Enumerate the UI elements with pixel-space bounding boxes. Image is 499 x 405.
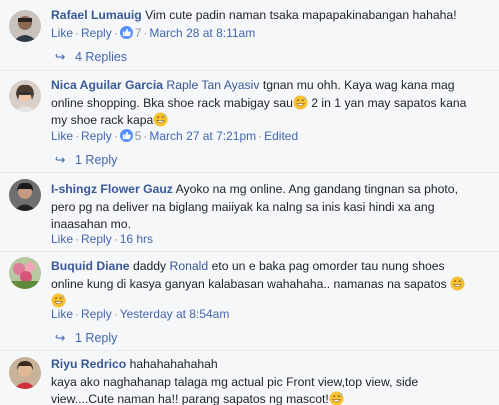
comment-body: Vim cute padin naman tsaka mapapakinaban… bbox=[145, 8, 457, 22]
comment-body-line: online shopping. Bka shoe rack mabigay s… bbox=[51, 95, 293, 110]
mention-link[interactable]: Ronald bbox=[170, 259, 209, 273]
comment-body-line: Ayoko na mg online. Ang gandang tingnan … bbox=[175, 182, 458, 196]
reply-button[interactable]: Reply bbox=[81, 129, 112, 143]
comment-divider bbox=[0, 251, 499, 252]
comment-body-line: my shoe rack kapa bbox=[51, 113, 154, 127]
replies-count[interactable]: 1 Reply bbox=[75, 153, 117, 167]
comment-body-line: daddy bbox=[132, 259, 167, 273]
comment-author[interactable]: Buquid Diane bbox=[51, 259, 130, 273]
grinning-sweat-emoji-icon bbox=[153, 112, 168, 127]
edited-label[interactable]: Edited bbox=[264, 129, 298, 143]
grinning-sweat-emoji-icon bbox=[450, 275, 465, 291]
reply-arrow-icon: ↪ bbox=[55, 50, 66, 64]
reply-button[interactable]: Reply bbox=[81, 307, 112, 321]
avatar[interactable] bbox=[9, 10, 41, 42]
comment-author[interactable]: I-shingz Flower Gauz bbox=[51, 182, 173, 196]
comment-actions: Like · Reply · 16 hrs bbox=[51, 232, 154, 246]
comment-body-line: 2 in 1 yan may sapatos kana bbox=[311, 95, 467, 110]
reply-arrow-icon: ↪ bbox=[55, 153, 66, 167]
replies-count[interactable]: 1 Reply bbox=[75, 331, 117, 345]
avatar[interactable] bbox=[9, 357, 41, 389]
avatar[interactable] bbox=[9, 80, 41, 112]
comment-body-line: tgnan mu ohh. Kaya wag kana mag bbox=[262, 78, 455, 92]
comment-divider bbox=[0, 172, 499, 173]
comment-timestamp[interactable]: March 27 at 7:21pm bbox=[149, 129, 256, 143]
grinning-sweat-emoji-icon bbox=[293, 94, 308, 110]
comment-text: I-shingz Flower Gauz Ayoko na mg online.… bbox=[51, 181, 491, 234]
comment-text: Buquid Diane daddy Ronald eto un e baka … bbox=[51, 258, 491, 311]
comment-author[interactable]: Riyu Redrico bbox=[51, 357, 126, 371]
comment-author[interactable]: Rafael Lumauig bbox=[51, 8, 142, 22]
like-reaction-icon[interactable] bbox=[119, 26, 133, 39]
like-button[interactable]: Like bbox=[51, 307, 73, 321]
comment-actions: Like · Reply · 5 · March 27 at 7:21pm · Edited bbox=[51, 129, 299, 143]
comment-timestamp[interactable]: 16 hrs bbox=[120, 232, 153, 246]
avatar[interactable] bbox=[9, 179, 41, 211]
comment-text: Rafael Lumauig Vim cute padin naman tsak… bbox=[51, 7, 491, 25]
comment-body-line: kaya ako naghahanap talaga mg actual pic… bbox=[51, 374, 419, 389]
reply-button[interactable]: Reply bbox=[81, 232, 112, 246]
comment-text: Nica Aguilar Garcia Raple Tan Ayasiv tgn… bbox=[51, 77, 491, 130]
mention-link[interactable]: Raple Tan Ayasiv bbox=[166, 78, 259, 92]
comment-divider bbox=[0, 70, 499, 71]
comment-divider bbox=[0, 350, 499, 351]
reply-button[interactable]: Reply bbox=[81, 26, 112, 40]
view-replies-link[interactable]: ↪ 1 Reply bbox=[55, 152, 117, 168]
view-replies-link[interactable]: ↪ 4 Replies bbox=[55, 49, 127, 65]
comment-text: Riyu Redrico hahahahahahah kaya ako nagh… bbox=[51, 356, 491, 405]
reply-arrow-icon: ↪ bbox=[55, 331, 66, 345]
avatar[interactable] bbox=[9, 257, 41, 289]
like-reaction-icon[interactable] bbox=[119, 129, 133, 142]
comment-timestamp[interactable]: Yesterday at 8:54am bbox=[120, 307, 230, 321]
like-button[interactable]: Like bbox=[51, 232, 73, 246]
comment-body-line: hahahahahahah bbox=[129, 357, 218, 371]
view-replies-link[interactable]: ↪ 1 Reply bbox=[55, 330, 117, 346]
like-button[interactable]: Like bbox=[51, 26, 73, 40]
comment-author[interactable]: Nica Aguilar Garcia bbox=[51, 78, 163, 92]
like-button[interactable]: Like bbox=[51, 129, 73, 143]
comment-body-line: view....Cute naman ha!! parang sapatos n… bbox=[51, 392, 329, 405]
comment-body-line: inaasahan mo. bbox=[51, 217, 131, 231]
comment-actions: Like · Reply · 7 · March 28 at 8:11am bbox=[51, 26, 256, 40]
comment-body-line: eto un e baka pag omorder tau nung shoes bbox=[211, 259, 445, 273]
comment-actions: Like · Reply · Yesterday at 8:54am bbox=[51, 307, 230, 321]
comment-body-line: online kung di kasya ganyan kalabasan wa… bbox=[51, 276, 447, 291]
grinning-sweat-emoji-icon bbox=[329, 391, 344, 405]
replies-count[interactable]: 4 Replies bbox=[75, 50, 127, 64]
comment-body-line: pero pg na deliver na biglang maiiyak ka… bbox=[51, 199, 435, 214]
comment-timestamp[interactable]: March 28 at 8:11am bbox=[149, 26, 255, 40]
